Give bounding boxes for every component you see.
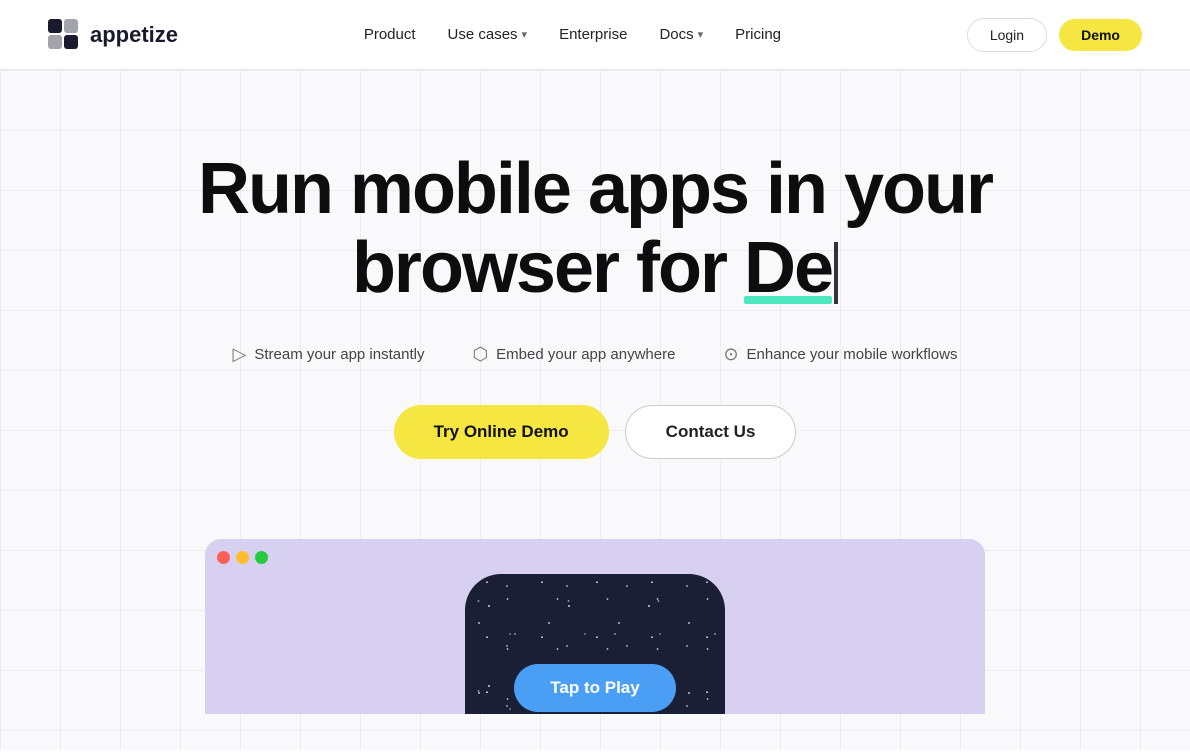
- chevron-down-icon-docs: ▾: [698, 28, 704, 41]
- dot-green: [255, 551, 268, 564]
- nav-links: Product Use cases ▾ Enterprise Docs ▾ Pr…: [364, 26, 781, 43]
- hero-content: Run mobile apps in your browser for De ▷…: [0, 70, 1190, 499]
- dot-yellow: [236, 551, 249, 564]
- text-cursor: [834, 242, 838, 304]
- nav-enterprise[interactable]: Enterprise: [559, 26, 627, 43]
- nav-actions: Login Demo: [967, 18, 1142, 52]
- nav-pricing[interactable]: Pricing: [735, 26, 781, 43]
- logo-text: appetize: [90, 22, 178, 48]
- feature-embed: ⬡ Embed your app anywhere: [472, 344, 675, 365]
- contact-button[interactable]: Contact Us: [625, 405, 797, 459]
- tap-to-play-button[interactable]: Tap to Play: [514, 664, 675, 712]
- try-demo-button[interactable]: Try Online Demo: [394, 405, 609, 459]
- feature-enhance: ⊙ Enhance your mobile workflows: [723, 344, 957, 365]
- hero-title-highlight: De: [744, 229, 832, 308]
- hero-features: ▷ Stream your app instantly ⬡ Embed your…: [233, 344, 958, 365]
- phone-mockup: Tap to Play: [465, 574, 725, 714]
- hexagon-icon: ⬡: [472, 344, 488, 365]
- browser-traffic-lights: [217, 551, 268, 564]
- workflow-icon: ⊙: [723, 344, 738, 365]
- logo-icon: [48, 19, 80, 51]
- demo-button[interactable]: Demo: [1059, 19, 1142, 51]
- chevron-down-icon: ▾: [522, 28, 528, 41]
- logo[interactable]: appetize: [48, 19, 178, 51]
- browser-window: Tap to Play: [205, 539, 985, 714]
- login-button[interactable]: Login: [967, 18, 1047, 52]
- feature-stream: ▷ Stream your app instantly: [233, 344, 425, 365]
- nav-docs[interactable]: Docs ▾: [659, 26, 703, 43]
- hero-title: Run mobile apps in your browser for De: [198, 150, 992, 308]
- dot-red: [217, 551, 230, 564]
- nav-product[interactable]: Product: [364, 26, 416, 43]
- navbar: appetize Product Use cases ▾ Enterprise …: [0, 0, 1190, 70]
- play-icon: ▷: [233, 344, 247, 365]
- hero-bottom: Tap to Play: [0, 539, 1190, 714]
- hero-buttons: Try Online Demo Contact Us: [394, 405, 797, 459]
- nav-use-cases[interactable]: Use cases ▾: [448, 26, 528, 43]
- hero-section: Run mobile apps in your browser for De ▷…: [0, 70, 1190, 750]
